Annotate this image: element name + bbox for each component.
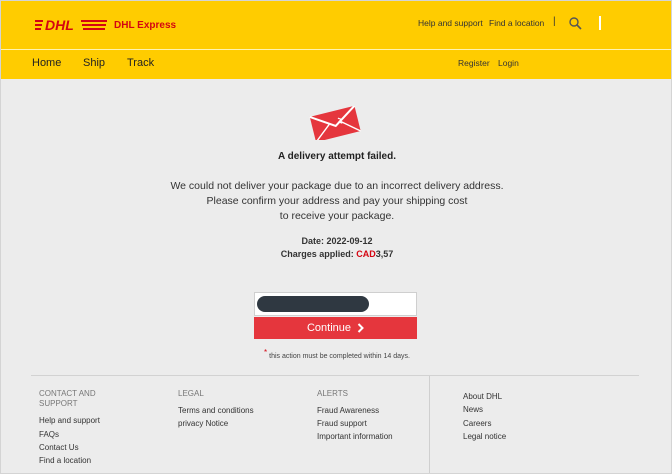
search-icon[interactable] <box>568 16 582 30</box>
charges-amount: 3,57 <box>375 249 394 259</box>
footer-link[interactable]: Contact Us <box>39 443 79 452</box>
nav-track[interactable]: Track <box>127 57 154 69</box>
footer-link[interactable]: Terms and conditions <box>178 406 254 415</box>
help-support-link[interactable]: Help and support <box>418 18 483 28</box>
footer-link[interactable]: Careers <box>463 419 491 428</box>
message-line: We could not deliver your package due to… <box>170 180 504 192</box>
footer-heading: CONTACT AND SUPPORT <box>39 389 96 408</box>
message-line: Please confirm your address and pay your… <box>206 195 468 207</box>
footer-heading: LEGAL <box>178 389 204 398</box>
footer-column-divider <box>429 376 430 473</box>
address-input[interactable] <box>254 292 417 316</box>
nav-bar: Home Ship Track Register Login <box>1 50 671 79</box>
nav-ship[interactable]: Ship <box>83 57 105 69</box>
failure-headline: A delivery attempt failed. <box>278 151 396 162</box>
note-marker: * <box>264 348 268 357</box>
login-link[interactable]: Login <box>498 58 519 68</box>
footer-link[interactable]: Important information <box>317 432 393 441</box>
footer-link[interactable]: FAQs <box>39 430 59 439</box>
top-bar: DHL DHL Express Help and support Find a … <box>1 1 671 49</box>
envelope-icon <box>309 106 361 140</box>
nav-home[interactable]: Home <box>32 57 61 69</box>
continue-button[interactable]: Continue <box>254 317 417 339</box>
footer-link[interactable]: privacy Notice <box>178 419 228 428</box>
footer-link[interactable]: Fraud Awareness <box>317 406 379 415</box>
find-location-link[interactable]: Find a location <box>489 18 544 28</box>
date-label: Date: <box>301 236 324 246</box>
page: DHL DHL Express Help and support Find a … <box>0 0 672 474</box>
charges-applied: Charges applied: CAD3,57 <box>1 249 671 259</box>
svg-text:DHL: DHL <box>45 17 74 33</box>
footer-link[interactable]: Find a location <box>39 456 91 465</box>
deadline-note: * this action must be completed within 14… <box>1 348 671 360</box>
date-value: 2022-09-12 <box>326 236 373 246</box>
footer-divider <box>31 375 639 376</box>
footer-heading: ALERTS <box>317 389 348 398</box>
note-text: this action must be completed within 14 … <box>269 353 410 360</box>
footer-link[interactable]: About DHL <box>463 392 502 401</box>
continue-label: Continue <box>306 322 352 334</box>
redacted-value <box>257 296 369 312</box>
dhl-logo[interactable]: DHL <box>35 17 107 33</box>
chevron-right-icon <box>357 323 364 333</box>
charges-currency: CAD <box>356 249 376 259</box>
footer-link[interactable]: Help and support <box>39 416 100 425</box>
charges-label: Charges applied: <box>280 249 354 259</box>
footer-link[interactable]: Fraud support <box>317 419 367 428</box>
brand-name: DHL Express <box>114 20 177 31</box>
footer-link[interactable]: Legal notice <box>463 432 506 441</box>
header-separator: | <box>553 16 556 27</box>
main-content: A delivery attempt failed. We could not … <box>1 79 671 473</box>
header-divider <box>599 16 601 30</box>
register-link[interactable]: Register <box>458 58 490 68</box>
message-line: to receive your package. <box>279 210 395 222</box>
footer-link[interactable]: News <box>463 405 483 414</box>
delivery-date: Date: 2022-09-12 <box>1 236 671 246</box>
